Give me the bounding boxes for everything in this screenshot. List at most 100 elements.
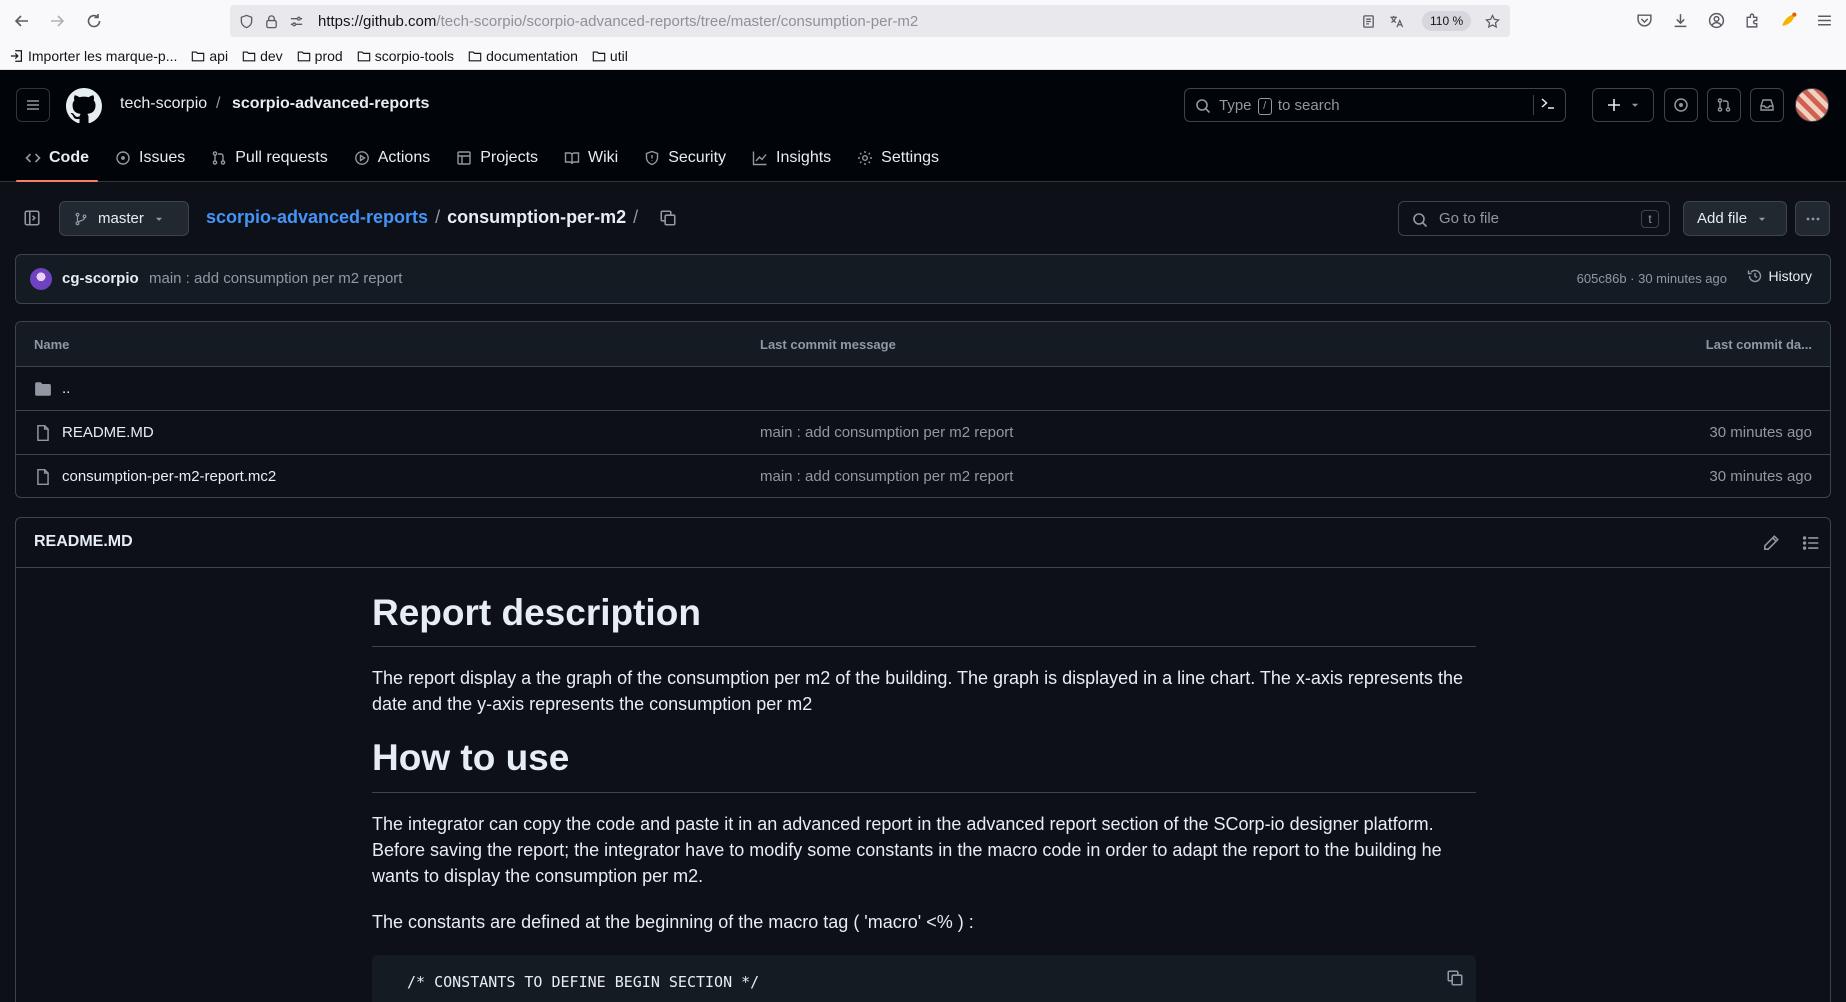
table-row-parent-dir[interactable]: ..	[16, 367, 1830, 411]
readme-title[interactable]: README.MD	[34, 533, 133, 551]
commit-author-link[interactable]: cg-scorpio	[62, 270, 139, 287]
path-current-dir: consumption-per-m2	[447, 207, 627, 227]
chevron-down-icon	[1758, 217, 1766, 221]
global-search-input[interactable]: Type / to search	[1184, 88, 1566, 122]
table-row[interactable]: README.MD main : add consumption per m2 …	[16, 411, 1830, 455]
folder-icon	[592, 50, 606, 61]
url-bar[interactable]: https://github.com/tech-scorpio/scorpio-…	[230, 5, 1510, 37]
path-repo-link[interactable]: scorpio-advanced-reports	[206, 207, 428, 228]
heading-report-description: Report description	[372, 590, 1476, 648]
play-icon	[354, 151, 369, 165]
extensions-icon[interactable]	[1742, 10, 1762, 30]
copy-icon[interactable]	[1446, 969, 1464, 987]
url-text[interactable]: https://github.com/tech-scorpio/scorpio-…	[318, 13, 918, 30]
user-avatar[interactable]	[1795, 88, 1829, 122]
create-new-button[interactable]	[1592, 88, 1654, 122]
copy-path-icon[interactable]	[659, 209, 677, 227]
pull-request-icon	[1717, 98, 1731, 112]
hamburger-menu-button[interactable]	[16, 88, 50, 122]
tracking-shield-icon[interactable]	[238, 13, 254, 29]
permissions-icon[interactable]	[288, 13, 304, 29]
tab-projects[interactable]: Projects	[447, 138, 547, 178]
tab-label: Security	[668, 149, 727, 166]
menu-icon[interactable]	[1814, 10, 1834, 30]
add-file-button[interactable]: Add file	[1683, 201, 1787, 236]
more-options-button[interactable]	[1795, 201, 1830, 236]
pocket-icon[interactable]	[1634, 10, 1654, 30]
kebab-horizontal-icon	[1806, 217, 1819, 220]
file-list-table: Name Last commit message Last commit da.…	[15, 321, 1831, 498]
translate-icon[interactable]	[1388, 13, 1404, 29]
account-icon[interactable]	[1706, 10, 1726, 30]
code-block: /* CONSTANTS TO DEFINE BEGIN SECTION */	[372, 954, 1476, 1002]
bookmark-import[interactable]: Importer les marque-p...	[10, 48, 177, 64]
bookmark-label: util	[609, 47, 628, 64]
bookmark-star-icon[interactable]	[1484, 13, 1500, 29]
tab-security[interactable]: Security	[635, 138, 735, 178]
table-of-contents-icon[interactable]	[1802, 534, 1820, 552]
pull-request-icon	[212, 151, 226, 165]
zoom-level[interactable]: 110 %	[1422, 11, 1472, 31]
commit-message-link[interactable]: main : add consumption per m2 report	[149, 270, 402, 287]
branch-name: master	[98, 210, 144, 227]
issues-button[interactable]	[1664, 88, 1698, 122]
tab-settings[interactable]: Settings	[848, 138, 948, 178]
reload-icon[interactable]	[82, 9, 106, 33]
repo-owner-link[interactable]: tech-scorpio	[120, 95, 207, 113]
folder-icon	[357, 50, 370, 61]
github-logo-icon[interactable]	[66, 88, 102, 124]
file-name-link[interactable]: consumption-per-m2-report.mc2	[62, 468, 276, 485]
latest-commit-bar: cg-scorpio main : add consumption per m2…	[15, 254, 1831, 304]
path-separator: /	[633, 207, 639, 227]
bookmark-folder-util[interactable]: util	[592, 48, 628, 64]
tab-label: Pull requests	[235, 149, 328, 166]
tab-label: Actions	[377, 149, 431, 166]
go-to-file-input[interactable]: Go to file t	[1398, 201, 1670, 236]
table-icon	[457, 151, 471, 165]
download-icon[interactable]	[1670, 10, 1690, 30]
bookmark-folder-documentation[interactable]: documentation	[468, 48, 578, 64]
tab-issues[interactable]: Issues	[106, 138, 194, 178]
sidebar-expand-icon	[24, 210, 40, 226]
tab-code[interactable]: Code	[16, 138, 98, 182]
file-commit-message-link[interactable]: main : add consumption per m2 report	[760, 468, 1013, 485]
issue-icon	[1674, 98, 1688, 112]
bookmark-label: documentation	[486, 47, 578, 64]
bookmark-label: api	[209, 47, 229, 64]
tab-insights[interactable]: Insights	[743, 138, 840, 178]
bookmark-folder-prod[interactable]: prod	[297, 48, 343, 64]
tab-label: Settings	[881, 149, 939, 166]
file-name-link[interactable]: README.MD	[62, 424, 154, 441]
column-header-name: Name	[34, 337, 70, 352]
repo-nav-tabs: Code Issues Pull requests Actions Projec…	[16, 138, 956, 182]
commit-author-avatar[interactable]	[30, 268, 52, 290]
tab-pull-requests[interactable]: Pull requests	[202, 138, 337, 178]
table-row[interactable]: consumption-per-m2-report.mc2 main : add…	[16, 455, 1830, 497]
forward-icon[interactable]	[45, 9, 69, 33]
tab-label: Issues	[139, 149, 186, 166]
inbox-button[interactable]	[1750, 88, 1784, 122]
sidebar-toggle-button[interactable]	[16, 202, 48, 234]
tab-actions[interactable]: Actions	[345, 138, 439, 178]
parent-dir-link[interactable]: ..	[62, 380, 70, 397]
file-commit-date: 30 minutes ago	[1709, 424, 1812, 441]
history-button[interactable]: History	[1747, 268, 1812, 284]
file-commit-message-link[interactable]: main : add consumption per m2 report	[760, 424, 1013, 441]
tab-label: Insights	[776, 149, 832, 166]
extension-fox-icon[interactable]	[1778, 10, 1798, 30]
folder-icon	[468, 50, 482, 61]
commit-hash-time[interactable]: 605c86b · 30 minutes ago	[1577, 271, 1727, 286]
lock-icon[interactable]	[263, 13, 279, 29]
branch-selector-button[interactable]: master	[59, 201, 189, 236]
repo-name-link[interactable]: scorpio-advanced-reports	[232, 95, 429, 113]
bookmark-folder-api[interactable]: api	[191, 48, 228, 64]
bookmark-folder-scorpio-tools[interactable]: scorpio-tools	[357, 48, 454, 64]
folder-icon	[242, 50, 256, 61]
pull-requests-button[interactable]	[1707, 88, 1741, 122]
back-icon[interactable]	[10, 9, 34, 33]
tab-wiki[interactable]: Wiki	[555, 138, 627, 178]
command-palette-icon[interactable]	[1533, 95, 1557, 115]
bookmark-folder-dev[interactable]: dev	[242, 48, 283, 64]
pencil-icon[interactable]	[1762, 534, 1780, 552]
reader-view-icon[interactable]	[1360, 13, 1376, 29]
